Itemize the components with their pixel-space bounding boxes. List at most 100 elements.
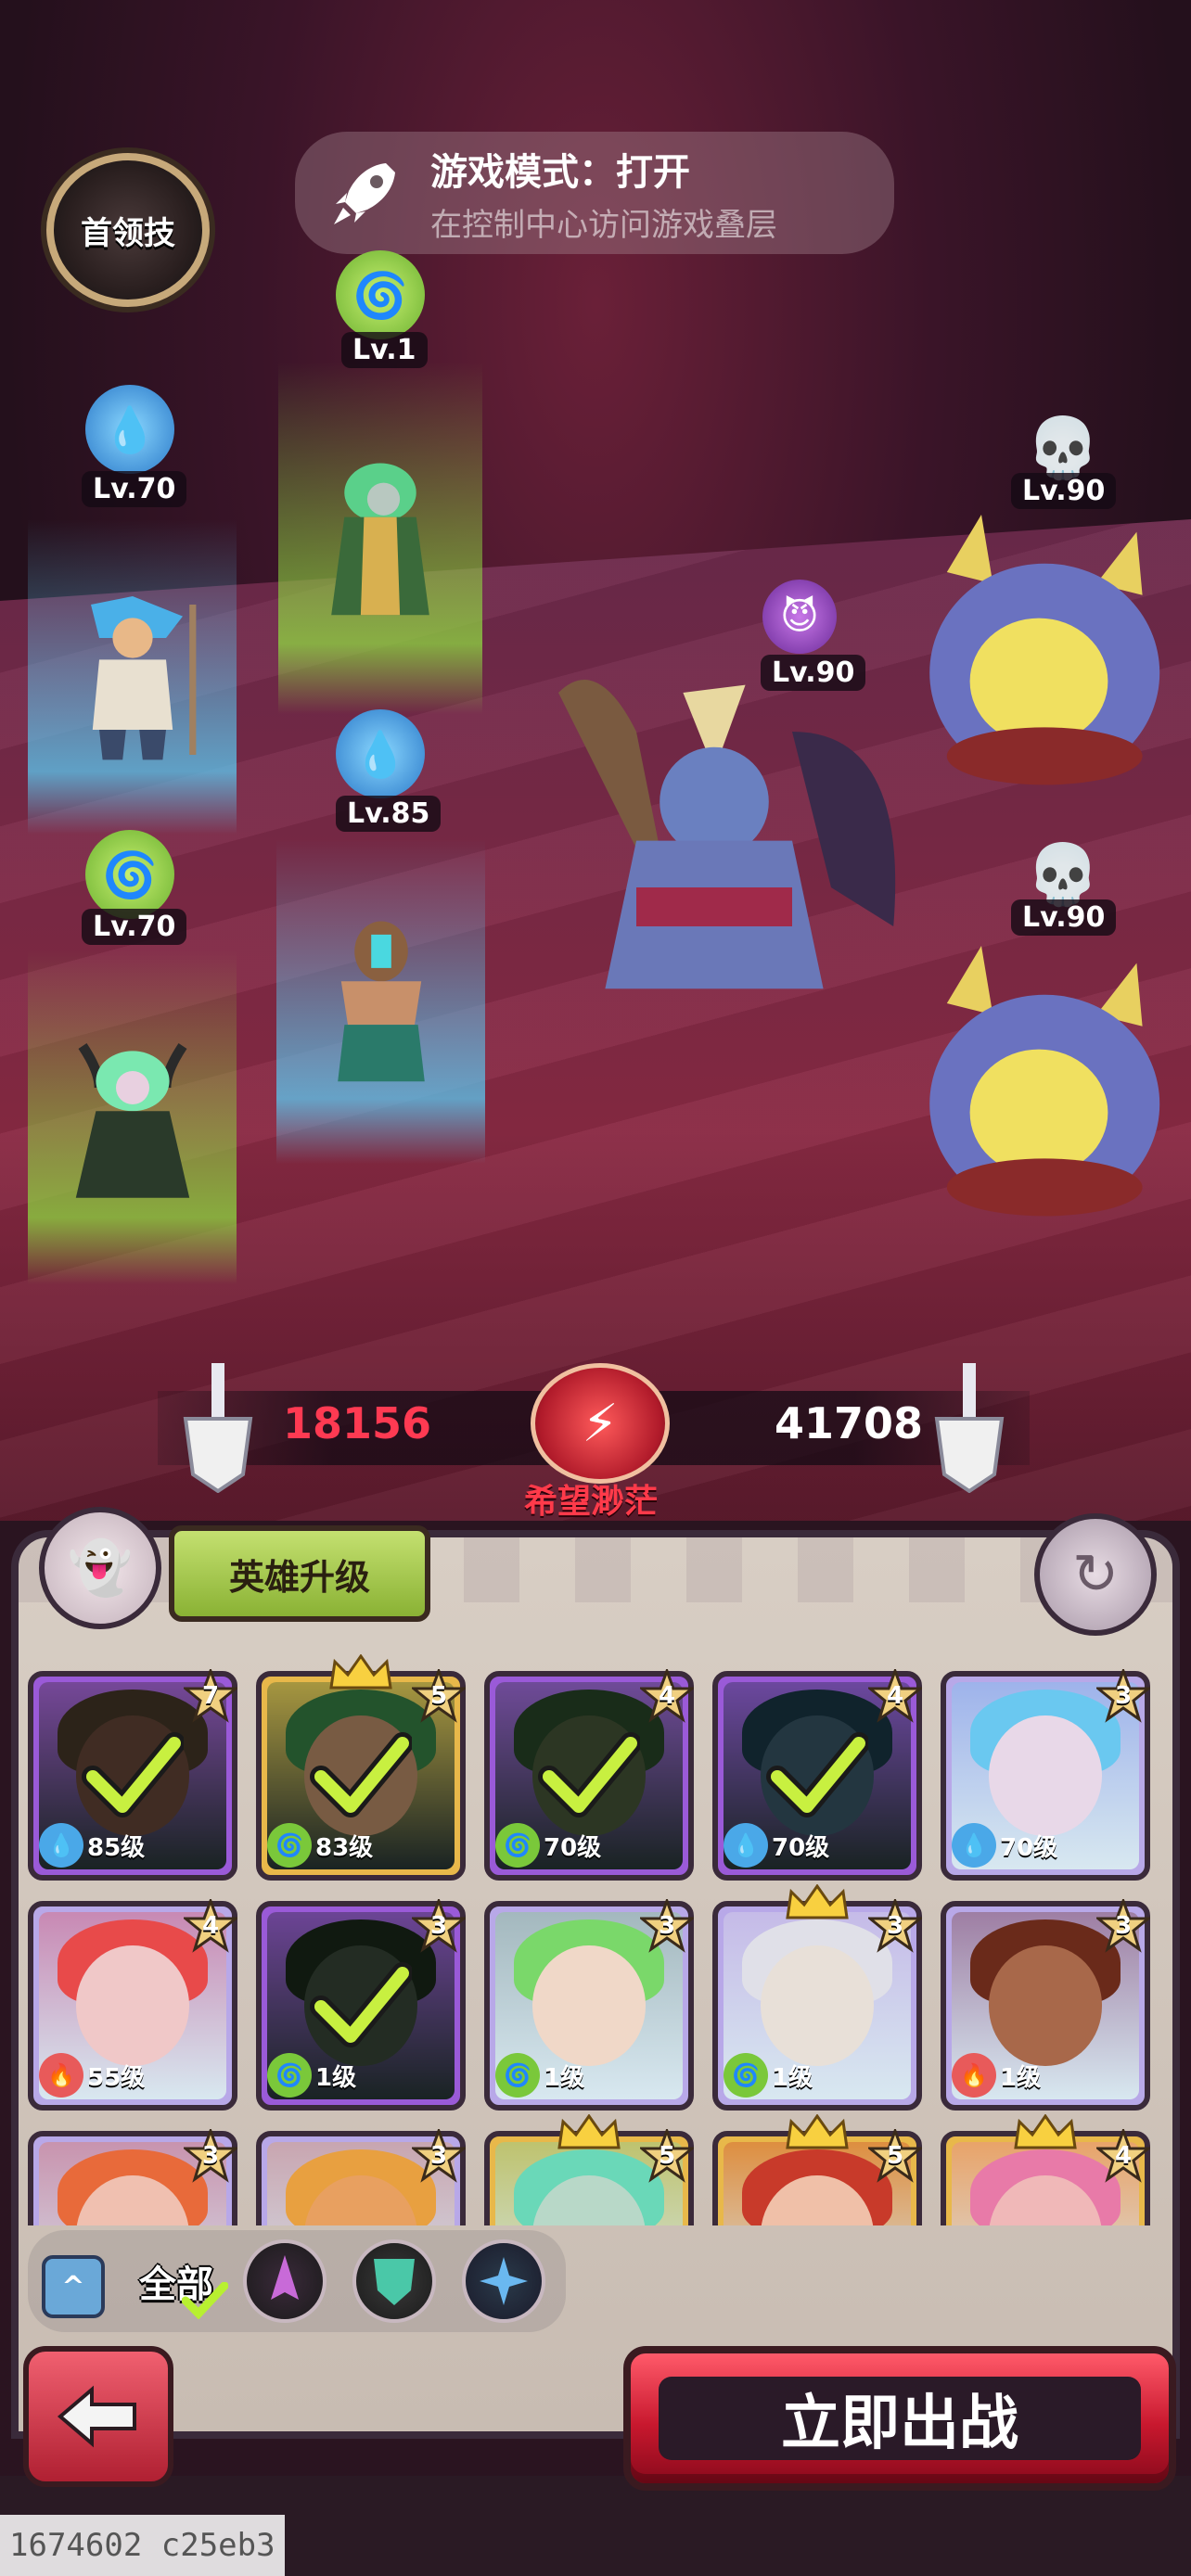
star-rank-badge: 3 [1096, 1669, 1150, 1723]
hero-card[interactable]: 3 🔥 1级 [941, 1899, 1150, 2111]
crown-icon [1014, 2114, 1077, 2149]
filter-defense-class-button[interactable] [352, 2239, 436, 2323]
hero-upgrade-button[interactable]: 英雄升级 [169, 1525, 430, 1622]
selected-checkmark-icon [82, 1732, 184, 1817]
star-rank-badge: 5 [868, 2129, 922, 2183]
hero-card[interactable]: 5 🌀 83级 [256, 1654, 466, 1881]
enemy-2-boss[interactable] [519, 640, 909, 1057]
star-rank-badge: 7 [184, 1669, 237, 1723]
hero-card-level: 💧 70级 [724, 1823, 829, 1868]
player-hero-3[interactable] [276, 839, 485, 1164]
fire-element-icon: 🔥 [39, 2053, 83, 2098]
sword-icon [271, 2255, 299, 2300]
selected-checkmark-icon [766, 1732, 868, 1817]
hero-level-text: 83级 [315, 1833, 374, 1862]
battle-outlook-label: 希望渺茫 [524, 1483, 659, 1521]
filter-attack-class-button[interactable] [243, 2239, 327, 2323]
enemy-level-label: Lv.90 [761, 655, 866, 691]
enemy-level-label: Lv.90 [1011, 473, 1117, 509]
fire-element-icon: 🔥 [952, 2053, 996, 2098]
hero-card[interactable]: 3 💧 70级 [941, 1669, 1150, 1881]
boss-skill-button[interactable]: 首领技 [46, 153, 210, 307]
water-element-icon: 💧 [39, 1823, 83, 1868]
hero-level-text: 70级 [1000, 1833, 1058, 1862]
water-element-icon: 💧 [952, 1823, 996, 1868]
hero-level-text: 1级 [544, 2063, 585, 2092]
water-element-icon: 💧 [724, 1823, 768, 1868]
wind-element-icon: 🌀 [336, 250, 425, 339]
filter-all-button[interactable]: 全部 [130, 2239, 228, 2323]
wind-element-icon: 🌀 [267, 1823, 312, 1868]
hero-level-text: 1级 [1000, 2063, 1042, 2092]
sword-shield-icon [183, 1363, 253, 1493]
hero-level-text: 85级 [87, 1833, 146, 1862]
star-rank-badge: 3 [412, 1899, 466, 1953]
star-rank-badge: 3 [1096, 1899, 1150, 1953]
hero-card[interactable]: 4 💧 70级 [712, 1669, 922, 1881]
hero-level-text: 1级 [772, 2063, 813, 2092]
hero-card-grid[interactable]: 7 💧 85级 5 🌀 83级 4 🌀 70级 4 💧 70级 3 💧 70级 4 🔥 55级 3 🌀 1级 3 🌀 1级 3 🌀… [28, 1651, 1169, 2225]
back-button[interactable] [23, 2346, 173, 2487]
toast-subtitle: 在控制中心访问游戏叠层 [430, 206, 777, 244]
hero-card-level: 🌀 1级 [724, 2053, 813, 2098]
demon-icon: 😈 [762, 580, 837, 654]
hero-card[interactable]: 3 🌀 1级 [484, 1899, 694, 2111]
enemy-3[interactable] [895, 923, 1183, 1256]
checkmark-icon [182, 2282, 228, 2319]
hero-card[interactable]: 3 🌀 1级 [712, 1884, 922, 2111]
hero-card[interactable]: 4 🔥 55级 [28, 1899, 237, 2111]
game-mode-notification: 游戏模式：打开 在控制中心访问游戏叠层 [295, 132, 894, 254]
star-rank-badge: 4 [868, 1669, 922, 1723]
enemy-sprite-imp [929, 515, 1160, 785]
fight-now-button[interactable]: 立即出战 [623, 2346, 1176, 2491]
hero-card[interactable]: 5 [484, 2114, 694, 2225]
star-rank-badge: 5 [640, 2129, 694, 2183]
player-hero-1[interactable] [278, 362, 482, 714]
hero-sprite-mage [90, 596, 196, 760]
star-rank-badge: 3 [184, 2129, 237, 2183]
spirit-icon-button[interactable]: 👻 [39, 1507, 161, 1629]
hero-card-level: 💧 85级 [39, 1823, 145, 1868]
filter-support-class-button[interactable] [462, 2239, 545, 2323]
crown-icon [786, 2114, 849, 2149]
hero-sprite-witch [75, 1042, 189, 1198]
wind-element-icon: 🌀 [267, 2053, 312, 2098]
player-power-value: 18156 [283, 1398, 432, 1448]
hero-card[interactable]: 5 [712, 2114, 922, 2225]
hero-card[interactable]: 7 💧 85级 [28, 1669, 237, 1881]
star-rank-badge: 3 [412, 2129, 466, 2183]
wind-element-icon: 🌀 [495, 2053, 540, 2098]
boss-skill-label: 首领技 [81, 214, 175, 252]
star-rank-badge: 4 [1096, 2129, 1150, 2183]
hero-level-label: Lv.70 [82, 909, 187, 945]
hero-card[interactable]: 3 🌀 1级 [256, 1899, 466, 2111]
enemy-sprite-demon-boss [558, 680, 896, 989]
hero-level-label: Lv.85 [336, 796, 442, 832]
selected-checkmark-icon [310, 1732, 412, 1817]
hero-sprite-monk [337, 921, 425, 1082]
hero-card[interactable]: 3 [28, 2129, 237, 2225]
hero-card[interactable]: 4 🌀 70级 [484, 1669, 694, 1881]
hero-level-text: 70级 [544, 1833, 602, 1862]
hero-upgrade-label: 英雄升级 [228, 1556, 370, 1598]
wind-element-icon: 🌀 [85, 830, 174, 919]
player-hero-4[interactable] [28, 950, 237, 1284]
player-hero-2[interactable] [28, 519, 237, 835]
water-element-icon: 💧 [85, 385, 174, 474]
star-rank-badge: 5 [412, 1669, 466, 1723]
hero-sprite-druid [331, 463, 429, 615]
collapse-toggle-button[interactable]: ^ [42, 2255, 105, 2318]
sword-shield-icon [934, 1363, 1005, 1493]
hero-card-level: 🌀 83级 [267, 1823, 373, 1868]
hero-level-label: Lv.1 [341, 332, 428, 368]
hero-card[interactable]: 3 [256, 2129, 466, 2225]
chevron-up-icon: ^ [61, 2270, 85, 2303]
hero-card-level: 🌀 1级 [495, 2053, 584, 2098]
rocket-icon [334, 163, 395, 224]
hero-card[interactable]: 4 [941, 2114, 1150, 2225]
enemy-1[interactable] [895, 491, 1183, 825]
hero-level-label: Lv.70 [82, 471, 187, 507]
toast-title: 游戏模式：打开 [430, 150, 690, 194]
auto-arrange-button[interactable]: ↻ [1034, 1513, 1157, 1636]
shield-icon [374, 2259, 415, 2305]
